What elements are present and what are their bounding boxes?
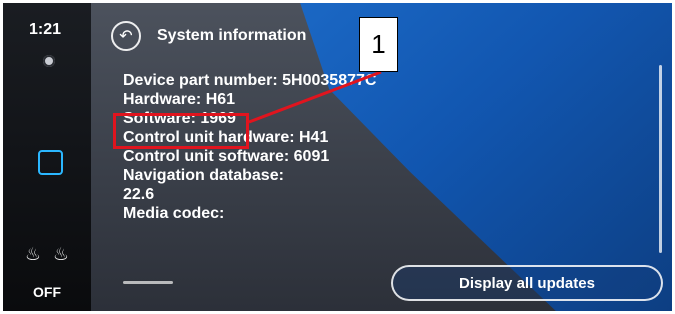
annotation-number: 1	[359, 17, 398, 72]
seat-status: OFF	[33, 284, 61, 300]
media-codec: Media codec:	[123, 205, 225, 222]
hardware-version: Hardware: H61	[123, 91, 236, 108]
control-unit-software: Control unit software: 6091	[123, 148, 330, 165]
seat-heater-icon[interactable]: ♨	[23, 243, 43, 267]
clock: 1:21	[29, 21, 62, 38]
title-bar: ↶ System information	[111, 21, 306, 51]
page-title: System information	[157, 27, 307, 44]
connection-status-icon	[43, 55, 55, 67]
back-arrow-icon: ↶	[119, 25, 133, 45]
annotation-highlight-box	[113, 113, 249, 149]
device-part-number: Device part number: 5H0035877C	[123, 72, 377, 89]
scrollbar[interactable]	[659, 65, 662, 253]
navigation-database-label: Navigation database:	[123, 167, 284, 184]
home-square-icon[interactable]	[38, 150, 63, 175]
seat-ventilation-icon[interactable]: ♨	[51, 243, 71, 267]
back-button[interactable]: ↶	[111, 21, 141, 51]
left-rail: 1:21 ♨ ♨ OFF	[3, 3, 91, 311]
seat-controls[interactable]: ♨ ♨	[23, 243, 83, 271]
display-all-updates-button[interactable]: Display all updates	[391, 265, 663, 301]
infotainment-screen: 1:21 ♨ ♨ OFF ↶ System information Device…	[3, 3, 672, 311]
navigation-database-version: 22.6	[123, 186, 155, 203]
page-indicator	[123, 281, 173, 284]
